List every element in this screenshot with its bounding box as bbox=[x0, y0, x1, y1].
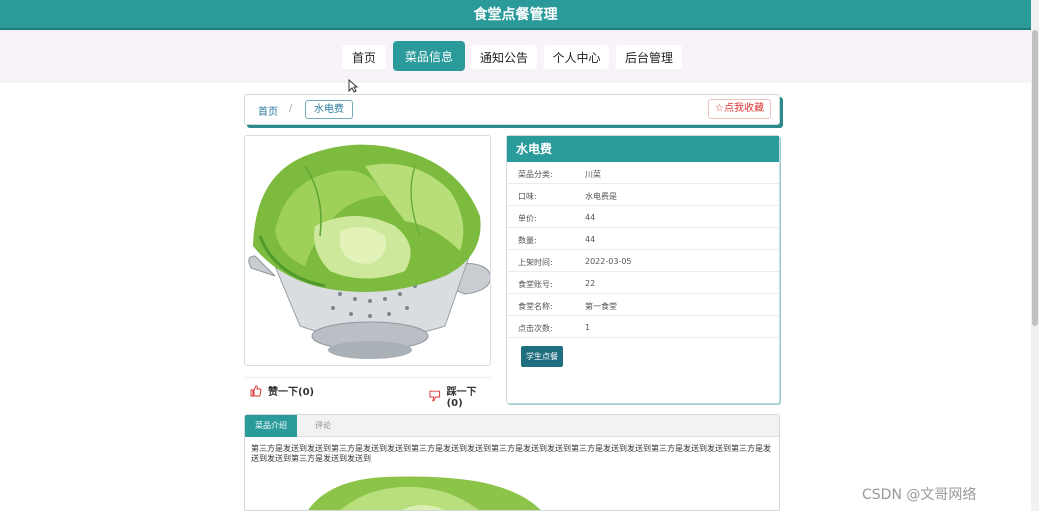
dish-description: 第三方是发送到发送到第三方是发送到发送到第三方是发送到发送到第三方是发送到发送到… bbox=[251, 444, 771, 463]
info-row-category: 菜品分类: 川菜 bbox=[507, 162, 779, 184]
watermark: CSDN @文哥网络 bbox=[862, 487, 977, 503]
info-row-quantity: 数量: 44 bbox=[507, 228, 779, 250]
tab-strip: 菜品介绍 评论 bbox=[245, 415, 779, 437]
thumbs-down-icon bbox=[429, 390, 441, 402]
info-key: 食堂名称: bbox=[518, 302, 553, 311]
info-value: 第一食堂 bbox=[585, 302, 617, 311]
dislike-label: 踩一下(0) bbox=[446, 387, 477, 409]
breadcrumb-separator: / bbox=[289, 103, 293, 114]
tab-comments[interactable]: 评论 bbox=[303, 415, 343, 437]
like-button[interactable]: 赞一下(0) bbox=[250, 383, 314, 398]
info-value: 44 bbox=[585, 213, 596, 222]
info-value: 22 bbox=[585, 279, 596, 288]
vote-bar: 赞一下(0) 踩一下(0) bbox=[244, 377, 491, 409]
info-value: 44 bbox=[585, 235, 596, 244]
nav-item-profile[interactable]: 个人中心 bbox=[544, 45, 609, 69]
info-value: 川菜 bbox=[585, 170, 601, 179]
detail-tabs: 菜品介绍 评论 第三方是发送到发送到第三方是发送到发送到第三方是发送到发送到第三… bbox=[244, 414, 780, 511]
info-row-clicks: 点击次数: 1 bbox=[507, 316, 779, 338]
nav-item-dishes[interactable]: 菜品信息 bbox=[393, 41, 465, 71]
dish-title: 水电费 bbox=[507, 136, 779, 162]
nav-item-label: 通知公告 bbox=[479, 50, 528, 65]
dish-info-card: 水电费 菜品分类: 川菜 口味: 水电费是 单价: 44 数量: 44 上架时间: 202… bbox=[506, 135, 780, 404]
app-title: 食堂点餐管理 bbox=[473, 7, 558, 23]
nav-item-admin[interactable]: 后台管理 bbox=[616, 45, 682, 69]
like-label: 赞一下(0) bbox=[268, 387, 315, 398]
nav-item-home[interactable]: 首页 bbox=[342, 45, 386, 69]
info-key: 点击次数: bbox=[518, 324, 553, 333]
breadcrumb-home[interactable]: 首页 bbox=[258, 103, 278, 118]
nav-item-label: 首页 bbox=[351, 50, 376, 65]
info-row-price: 单价: 44 bbox=[507, 206, 779, 228]
info-key: 菜品分类: bbox=[518, 170, 553, 179]
dish-image bbox=[244, 135, 491, 366]
info-key: 上架时间: bbox=[518, 258, 553, 267]
info-value: 1 bbox=[585, 323, 591, 332]
info-row-canteen-name: 食堂名称: 第一食堂 bbox=[507, 294, 779, 316]
dislike-button[interactable]: 踩一下(0) bbox=[429, 383, 491, 409]
info-value: 2022-03-05 bbox=[585, 257, 632, 266]
favorite-label: 点我收藏 bbox=[724, 103, 764, 114]
tab-description[interactable]: 菜品介绍 bbox=[245, 415, 297, 437]
breadcrumb-current: 水电费 bbox=[305, 100, 353, 119]
order-button[interactable]: 学生点餐 bbox=[521, 346, 563, 367]
nav-item-label: 后台管理 bbox=[624, 50, 673, 65]
nav-item-notices[interactable]: 通知公告 bbox=[471, 45, 537, 69]
info-key: 口味: bbox=[518, 192, 537, 201]
breadcrumb: 首页 / 水电费 ☆点我收藏 bbox=[244, 94, 780, 125]
info-row-canteen-account: 食堂账号: 22 bbox=[507, 272, 779, 294]
cabbage-colander-image bbox=[245, 136, 490, 365]
info-key: 数量: bbox=[518, 236, 537, 245]
info-value: 水电费是 bbox=[585, 192, 617, 201]
thumbs-up-icon bbox=[250, 384, 262, 396]
info-row-listed-time: 上架时间: 2022-03-05 bbox=[507, 250, 779, 272]
description-image bbox=[305, 475, 545, 510]
app-title-bar: 食堂点餐管理 bbox=[0, 0, 1031, 30]
favorite-button[interactable]: ☆点我收藏 bbox=[708, 99, 771, 119]
cabbage-image bbox=[308, 476, 541, 510]
nav-item-label: 菜品信息 bbox=[404, 49, 453, 64]
page-scrollbar[interactable] bbox=[1031, 0, 1039, 511]
scrollbar-thumb[interactable] bbox=[1032, 30, 1038, 326]
star-outline-icon: ☆ bbox=[715, 103, 724, 114]
info-key: 食堂账号: bbox=[518, 280, 553, 289]
info-row-flavor: 口味: 水电费是 bbox=[507, 184, 779, 206]
info-key: 单价: bbox=[518, 214, 537, 223]
nav-item-label: 个人中心 bbox=[552, 50, 601, 65]
